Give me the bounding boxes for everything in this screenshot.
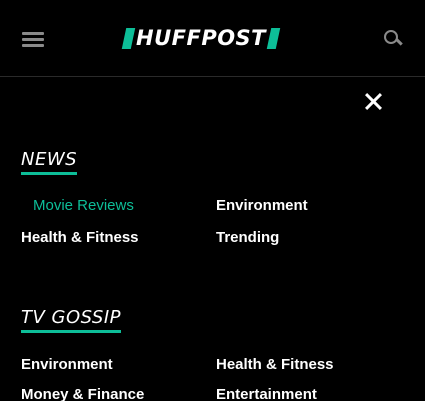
nav-link-entertainment[interactable]: Entertainment (216, 386, 317, 401)
nav-link-environment[interactable]: Environment (21, 356, 113, 374)
logo-right-bar (266, 28, 281, 49)
nav-link-money-finance[interactable]: Money & Finance (21, 386, 144, 401)
section-title-tv-gossip[interactable]: TV GOSSIP (21, 307, 122, 333)
search-lens (384, 30, 398, 44)
search-handle (395, 37, 403, 46)
logo-left-bar (121, 28, 136, 49)
app-root: HUFFPOST NEWS Movie Reviews Environment … (0, 0, 425, 401)
huffpost-logo[interactable]: HUFFPOST (121, 26, 281, 50)
nav-link-trending[interactable]: Trending (216, 229, 279, 247)
nav-link-environment[interactable]: Environment (216, 197, 308, 215)
menu-line (22, 32, 44, 35)
hamburger-menu-icon[interactable] (20, 28, 48, 50)
close-icon[interactable] (360, 88, 386, 114)
nav-link-movie-reviews[interactable]: Movie Reviews (33, 197, 134, 215)
menu-line (22, 38, 44, 41)
nav-link-health-fitness[interactable]: Health & Fitness (216, 356, 334, 374)
section-title-news[interactable]: NEWS (21, 149, 78, 175)
nav-link-health-fitness[interactable]: Health & Fitness (21, 229, 139, 247)
logo-text: HUFFPOST (136, 26, 267, 50)
site-header: HUFFPOST (0, 0, 425, 77)
search-icon[interactable] (383, 29, 403, 49)
menu-line (22, 44, 44, 47)
